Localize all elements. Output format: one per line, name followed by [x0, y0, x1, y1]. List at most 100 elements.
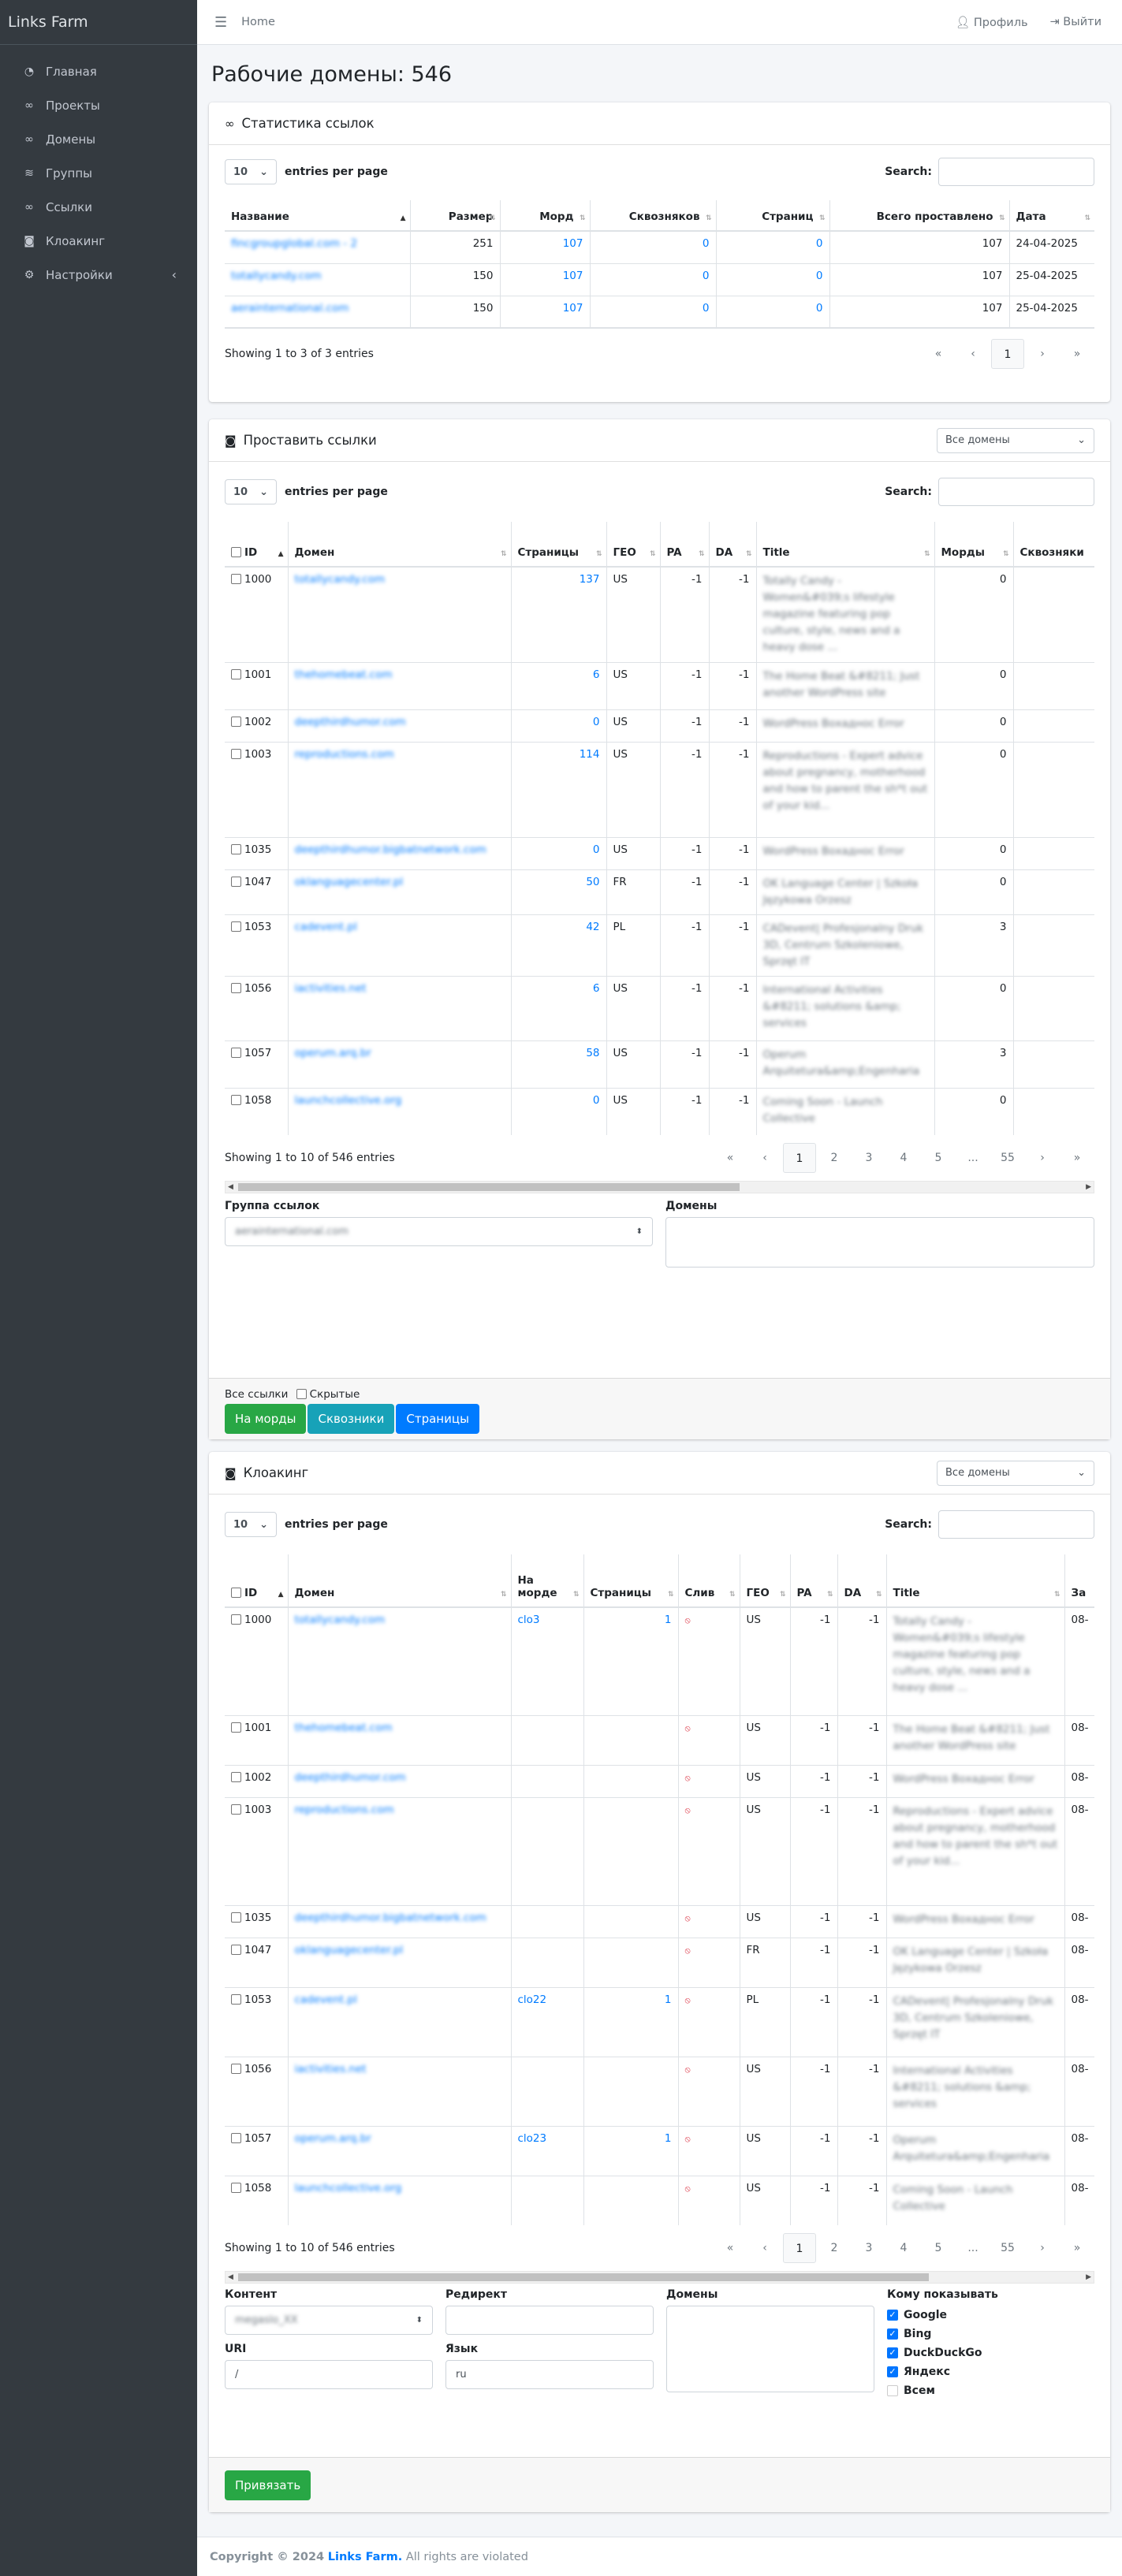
row-pages[interactable]: 6	[510, 661, 606, 709]
page-1[interactable]: 1	[991, 339, 1024, 369]
page-4[interactable]: 4	[886, 1143, 921, 1173]
page-first[interactable]: «	[713, 2233, 747, 2263]
place-search-input[interactable]	[938, 478, 1094, 506]
col-domain[interactable]: Домен ⇅	[287, 1554, 511, 1608]
row-main[interactable]: 107	[499, 230, 590, 263]
place-horizontal-scrollbar[interactable]: ◀ ▶	[225, 1181, 1094, 1193]
row-checkbox[interactable]	[231, 1614, 241, 1625]
row-drain[interactable]: ⦸	[677, 1937, 740, 1987]
row-pages[interactable]: 137	[510, 566, 606, 662]
brand-logo[interactable]: Links Farm	[0, 0, 197, 45]
page-last[interactable]: »	[1060, 339, 1094, 369]
row-pages[interactable]: 0	[715, 262, 829, 296]
col-domain[interactable]: Домен ⇅	[287, 522, 511, 568]
row-checkbox[interactable]	[231, 1094, 241, 1105]
col-main[interactable]: Морд ⇅	[499, 200, 590, 232]
row-pages[interactable]: 0	[510, 709, 606, 742]
row-name[interactable]: fincgroupglobal.com - 2	[225, 230, 410, 263]
footer-brand-link[interactable]: Links Farm.	[328, 2551, 402, 2563]
row-pages[interactable]	[583, 2056, 678, 2126]
row-checkbox[interactable]	[231, 2132, 241, 2143]
select-all-checkbox[interactable]	[231, 547, 241, 557]
duckduckgo-checkbox[interactable]: ✓ DuckDuckGo	[887, 2343, 1094, 2362]
row-pages[interactable]	[583, 1764, 678, 1797]
row-drain[interactable]: ⦸	[677, 1986, 740, 2057]
bing-checkbox[interactable]: ✓ Bing	[887, 2325, 1094, 2343]
col-on-main[interactable]: На морде ⇅	[510, 1554, 583, 1608]
sidebar-item-domains[interactable]: ∞ Домены	[0, 122, 197, 156]
row-domain[interactable]: deepthirdhumor.com	[287, 1764, 511, 1797]
page-next[interactable]: ›	[1025, 339, 1060, 369]
group-select[interactable]: aerainternational.com ⬍	[225, 1217, 653, 1246]
row-checkbox[interactable]	[231, 1722, 241, 1733]
row-drain[interactable]: ⦸	[677, 2125, 740, 2176]
row-checkbox[interactable]	[231, 1804, 241, 1815]
row-drain[interactable]: ⦸	[677, 1606, 740, 1715]
sidebar-item-settings[interactable]: ⚙ Настройки ‹	[0, 258, 197, 292]
page-prev[interactable]: ‹	[747, 2233, 782, 2263]
profile-link[interactable]: 👤︎ Профиль	[956, 16, 1028, 29]
hidden-checkbox[interactable]	[296, 1389, 307, 1399]
row-pages[interactable]: 0	[715, 230, 829, 263]
sidebar-item-home[interactable]: ◔ Главная	[0, 54, 197, 88]
page-5[interactable]: 5	[921, 1143, 956, 1173]
row-checkbox[interactable]	[231, 574, 241, 584]
row-main[interactable]: 107	[499, 262, 590, 296]
col-pages[interactable]: Страниц ⇅	[715, 200, 829, 232]
page-next[interactable]: ›	[1025, 2233, 1060, 2263]
col-extra[interactable]: За	[1064, 1554, 1094, 1608]
row-domain[interactable]: deepthirdhumor.bigbatnetwork.com	[287, 1904, 511, 1938]
uri-input[interactable]: /	[225, 2360, 433, 2389]
row-checkbox[interactable]	[231, 1047, 241, 1058]
row-domain[interactable]: launchcollective.org	[287, 2175, 511, 2225]
page-first[interactable]: «	[713, 1143, 747, 1173]
place-domain-filter[interactable]: Все домены ⌄	[937, 427, 1094, 453]
lang-input[interactable]: ru	[445, 2360, 654, 2389]
col-title[interactable]: Title ⇅	[885, 1554, 1064, 1608]
cloak-horizontal-scrollbar[interactable]: ◀ ▶	[225, 2271, 1094, 2284]
row-pages[interactable]	[583, 1714, 678, 1765]
row-checkbox[interactable]	[231, 716, 241, 727]
page-1[interactable]: 1	[783, 1143, 816, 1173]
row-checkbox[interactable]	[231, 1944, 241, 1955]
page-last[interactable]: »	[1060, 1143, 1094, 1173]
hamburger-icon[interactable]: ☰	[214, 14, 227, 31]
row-on-main[interactable]	[510, 1937, 583, 1987]
pages-button[interactable]: Страницы	[396, 1404, 479, 1434]
row-checkbox[interactable]	[231, 748, 241, 759]
col-size[interactable]: Размер ⇅	[409, 200, 500, 232]
row-pages[interactable]: 42	[510, 914, 606, 976]
row-pages[interactable]: 58	[510, 1040, 606, 1088]
row-on-main[interactable]: clo23	[510, 2125, 583, 2176]
page-next[interactable]: ›	[1025, 1143, 1060, 1173]
row-domain[interactable]: cadevent.pl	[287, 914, 511, 976]
row-pages[interactable]	[583, 1796, 678, 1905]
row-main[interactable]: 107	[499, 295, 590, 328]
page-3[interactable]: 3	[852, 1143, 886, 1173]
col-name[interactable]: Название ▲	[225, 200, 410, 232]
sidebar-item-groups[interactable]: ≋ Группы	[0, 156, 197, 190]
col-pa[interactable]: PA ⇅	[789, 1554, 837, 1608]
page-4[interactable]: 4	[886, 2233, 921, 2263]
all-checkbox[interactable]: Всем	[887, 2381, 1094, 2400]
row-pages[interactable]: 1	[583, 1606, 678, 1715]
row-pages[interactable]: 50	[510, 869, 606, 914]
row-pages[interactable]: 1	[583, 1986, 678, 2057]
row-checkbox[interactable]	[231, 921, 241, 932]
col-through[interactable]: Сквозняки	[1012, 522, 1094, 568]
row-checkbox[interactable]	[231, 1771, 241, 1782]
col-id[interactable]: ID ▲	[225, 522, 288, 568]
row-domain[interactable]: operum.arq.br	[287, 2125, 511, 2176]
row-pages[interactable]: 1	[583, 2125, 678, 2176]
row-drain[interactable]: ⦸	[677, 1904, 740, 1938]
cloak-length-select[interactable]: 10 ⌄	[225, 1512, 277, 1537]
row-drain[interactable]: ⦸	[677, 2056, 740, 2126]
row-drain[interactable]: ⦸	[677, 1714, 740, 1765]
page-prev[interactable]: ‹	[747, 1143, 782, 1173]
row-pages[interactable]: 6	[510, 975, 606, 1040]
row-checkbox[interactable]	[231, 2063, 241, 2074]
row-checkbox[interactable]	[231, 2182, 241, 2193]
row-domain[interactable]: iactivities.net	[287, 2056, 511, 2126]
row-on-main[interactable]: clo22	[510, 1986, 583, 2057]
row-pages[interactable]: 0	[510, 1087, 606, 1135]
